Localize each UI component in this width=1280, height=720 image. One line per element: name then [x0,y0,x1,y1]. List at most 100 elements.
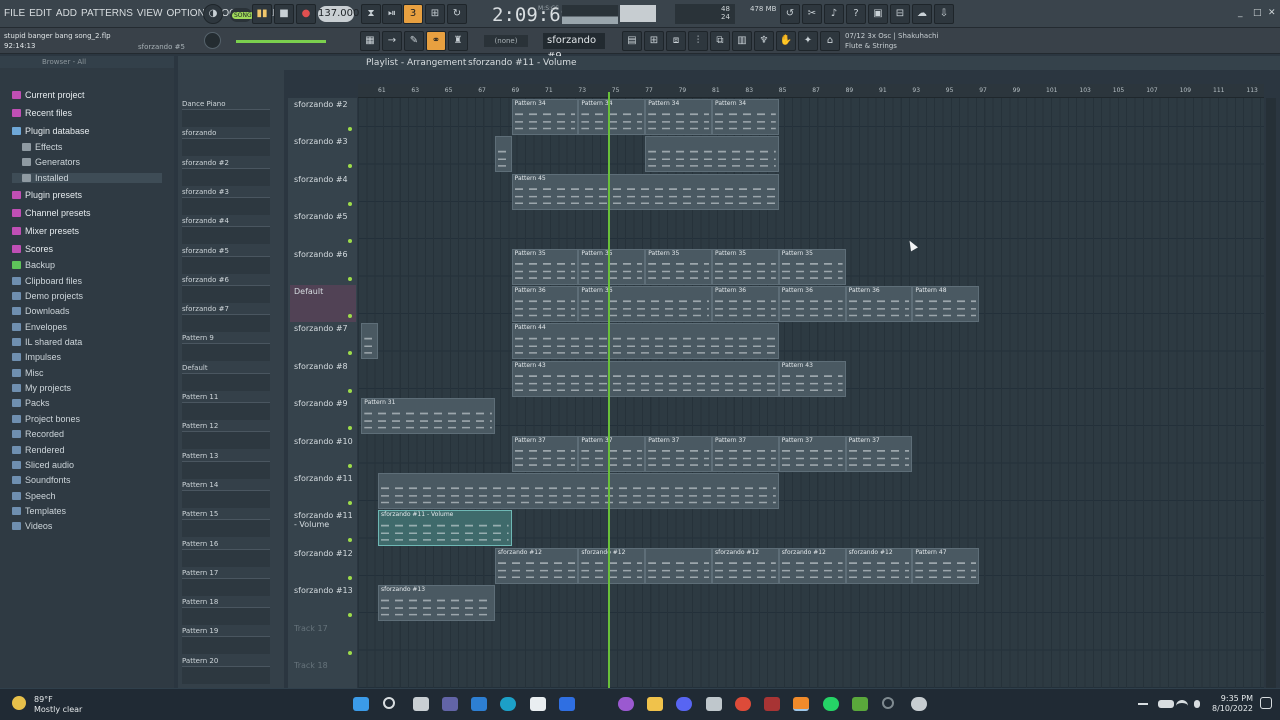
browser-item-effects[interactable]: Effects [22,142,62,152]
track-active-dot[interactable] [348,501,352,505]
track-header[interactable]: sforzando #8 [290,360,356,397]
pattern-clip[interactable]: Pattern 34 [511,99,579,135]
taskbar-clock[interactable]: 9:35 PM 8/10/2022 [1212,694,1253,714]
browser-item-scores[interactable]: Scores [12,244,53,254]
pencil-icon[interactable]: ✎ [404,31,424,51]
steam-icon[interactable] [911,697,927,711]
browser-item-demo-projects[interactable]: Demo projects [12,291,83,301]
browser-item-downloads[interactable]: Downloads [12,306,70,316]
pattern-clip[interactable]: sforzando #12 [578,547,646,584]
channel-11[interactable]: Pattern 12 [182,422,272,450]
menu-item-edit[interactable]: EDIT [29,8,52,19]
volume-icon[interactable] [1194,700,1200,708]
pattern-clip[interactable]: Pattern 37 [645,435,712,472]
track-header[interactable]: sforzando #11 - Volume [290,509,356,546]
browser-item-channel-presets[interactable]: Channel presets [12,208,91,218]
pattern-clip[interactable]: Pattern 44 [511,323,779,360]
browser-item-project-bones[interactable]: Project bones [12,414,80,424]
browser-item-misc[interactable]: Misc [12,368,44,378]
pattern-clip[interactable]: sforzando #12 [778,547,846,584]
pattern-clip[interactable] [361,323,378,360]
mail-icon[interactable] [471,697,487,711]
channel-18[interactable]: Pattern 19 [182,627,272,655]
browser-item-backup[interactable]: Backup [12,260,55,270]
playlist-icon[interactable]: ▤ [622,31,642,51]
pattern-clip[interactable]: Pattern 48 [912,286,980,322]
track-header[interactable]: sforzando #6 [290,248,356,285]
plugin-picker-icon[interactable]: ♆ [754,31,774,51]
loop-record-icon[interactable]: ↻ [447,4,467,24]
track-active-dot[interactable] [348,127,352,131]
timeline-ruler[interactable]: 61 63 65 67 69 71 73 75 77 79 81 83 85 87 89 91 93 95 97 99… [358,84,1264,98]
channel-10[interactable]: Pattern 11 [182,393,272,421]
track-header[interactable]: Default [290,285,356,322]
close-icon[interactable]: ✕ [1268,8,1276,18]
track-header[interactable]: Track 17 [290,622,356,659]
whatsapp-icon[interactable] [823,697,839,711]
track-active-dot[interactable] [348,426,352,431]
pattern-clip[interactable] [494,136,512,173]
channel-14[interactable]: Pattern 15 [182,510,272,538]
track-active-dot[interactable] [348,650,352,655]
minimize-icon[interactable]: _ [1238,8,1243,18]
step-edit-icon[interactable]: ⊞ [425,4,445,24]
pattern-clip[interactable]: Pattern 35 [712,248,779,285]
search-icon[interactable] [383,697,395,709]
plugin-icon[interactable]: ⊟ [890,4,910,24]
channel-6[interactable]: sforzando #6 [182,276,272,304]
help-icon[interactable]: ? [846,4,866,24]
dropbox-icon[interactable] [559,697,575,711]
settings-icon[interactable] [882,697,894,709]
record-button[interactable]: ● [296,4,316,24]
browser-item-speech[interactable]: Speech [12,491,56,501]
track-active-dot[interactable] [348,164,352,169]
performance-icon[interactable]: ✦ [798,31,818,51]
pattern-song-toggle[interactable]: SONG [230,8,254,22]
browser-item-plugin-presets[interactable]: Plugin presets [12,190,82,200]
browser-item-templates[interactable]: Templates [12,506,66,516]
link-icon[interactable]: ⚭ [426,31,446,51]
pattern-clip[interactable]: sforzando #12 [712,547,779,584]
pattern-select[interactable]: sforzando #9 [543,33,605,62]
track-active-dot[interactable] [348,613,352,618]
pattern-clip[interactable]: Pattern 36 [845,286,913,322]
pattern-clip[interactable]: sforzando #13 [378,585,495,622]
track-active-dot[interactable] [348,538,352,543]
track-header[interactable]: sforzando #9 [290,397,356,434]
browser-item-sliced-audio[interactable]: Sliced audio [12,460,74,470]
channel-2[interactable]: sforzando #2 [182,159,272,187]
tray-chevron-icon[interactable] [1138,703,1148,705]
track-header[interactable]: sforzando #11 [290,472,356,509]
piano-roll-icon[interactable]: ⊞ [644,31,664,51]
pattern-clip[interactable] [378,473,779,509]
browser-item-my-projects[interactable]: My projects [12,383,71,393]
notepad-icon[interactable] [530,697,546,711]
fl-studio-icon[interactable] [793,697,809,711]
pattern-clip[interactable]: Pattern 37 [778,435,846,472]
track-header[interactable]: sforzando #2 [290,98,356,135]
browser-item-il-shared-data[interactable]: IL shared data [12,337,82,347]
track-header[interactable]: sforzando #3 [290,135,356,172]
channel-19[interactable]: Pattern 20 [182,657,272,685]
app-icon[interactable] [764,697,780,711]
channel-settings-icon[interactable]: ⧉ [710,31,730,51]
track-header[interactable]: sforzando #7 [290,322,356,359]
weather-widget[interactable]: 89°F Mostly clear [34,695,82,715]
minecraft-icon[interactable] [852,697,868,711]
channel-9[interactable]: Default [182,364,272,392]
microphone-icon[interactable]: ♪ [824,4,844,24]
save-icon[interactable]: ▣ [868,4,888,24]
track-active-dot[interactable] [348,239,352,244]
browser-item-current-project[interactable]: Current project [12,90,85,100]
undo-icon[interactable]: ↺ [780,4,800,24]
master-volume-slider[interactable] [236,40,326,43]
channel-3[interactable]: sforzando #3 [182,188,272,216]
channel-12[interactable]: Pattern 13 [182,452,272,480]
onedrive-icon[interactable] [1158,700,1174,708]
vertical-scrollbar[interactable] [1266,98,1276,688]
menu-item-patterns[interactable]: PATTERNS [81,8,133,19]
menu-item-view[interactable]: VIEW [137,8,163,19]
mixer-icon[interactable]: ⫶ [688,31,708,51]
pattern-clip[interactable]: Pattern 35 [578,248,646,285]
browser-item-installed[interactable]: Installed [12,173,162,183]
